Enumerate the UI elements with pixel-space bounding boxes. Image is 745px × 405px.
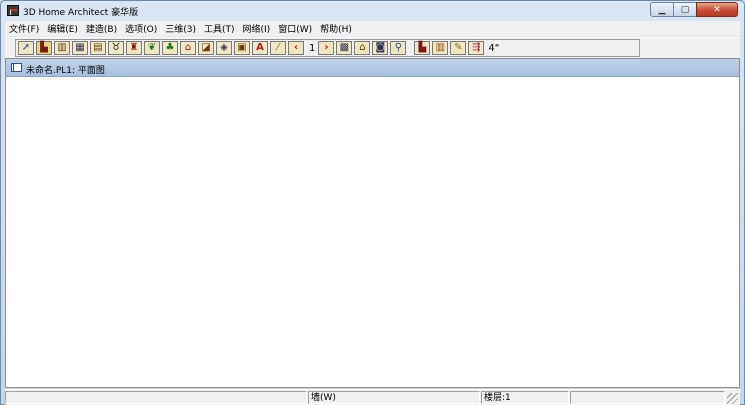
camera-icon[interactable]: ◙ (372, 41, 389, 55)
document-title-bar[interactable]: 未命名.PL1: 平面图 (6, 59, 739, 77)
window-title: 3D Home Architect 豪华版 (23, 8, 139, 18)
main-toolbar: ➚ ▙ ▥ ▦ ▤ ♉ ♜ ❦ ♣ ⌂ ◪ ◈ ▣ A ⁄ ‹ 1 › ▩ ⌂ … (5, 37, 740, 59)
thickness-icon[interactable]: ⇶ (468, 41, 485, 55)
menu-file[interactable]: 文件(F) (5, 22, 43, 35)
furniture-icon[interactable]: ♜ (126, 41, 142, 55)
text-icon[interactable]: A (252, 41, 268, 55)
floor-up-icon[interactable]: › (318, 41, 335, 55)
landscape-icon[interactable]: ❦ (144, 41, 160, 55)
railing-icon[interactable]: ▥ (432, 41, 449, 55)
status-panel-extra (570, 391, 725, 404)
menu-build[interactable]: 建造(B) (82, 22, 121, 35)
menu-edit[interactable]: 编辑(E) (43, 22, 82, 35)
document-title: 未命名.PL1: 平面图 (26, 66, 105, 76)
floor-number: 1 (309, 42, 316, 54)
status-bar: 墙(W) 楼层:1 (5, 389, 740, 405)
app-window: 3D Home Architect 豪华版 ▁ ▢ ✕ 文件(F) 编辑(E) … (0, 0, 745, 405)
menu-network[interactable]: 网络(I) (239, 22, 275, 35)
plan-canvas[interactable] (6, 77, 739, 387)
tree-icon[interactable]: ♣ (162, 41, 178, 55)
title-bar[interactable]: 3D Home Architect 豪华版 ▁ ▢ ✕ (1, 1, 744, 20)
maximize-icon: ▢ (680, 4, 690, 15)
toolbar-strip: ➚ ▙ ▥ ▦ ▤ ♉ ♜ ❦ ♣ ⌂ ◪ ◈ ▣ A ⁄ ‹ 1 › ▩ ⌂ … (15, 39, 640, 57)
symbol-icon[interactable]: ▣ (234, 41, 250, 55)
maximize-button[interactable]: ▢ (673, 2, 697, 17)
cabinet-icon[interactable]: ▤ (90, 41, 106, 55)
minimize-button[interactable]: ▁ (650, 2, 674, 17)
menu-options[interactable]: 选项(O) (121, 22, 161, 35)
wall-thickness: 4" (488, 42, 500, 54)
plan-view-icon[interactable]: ▩ (336, 41, 353, 55)
close-button[interactable]: ✕ (696, 2, 738, 17)
status-mode: 墙(W) (308, 391, 480, 404)
draw-walls-icon[interactable]: ▙ (414, 41, 431, 55)
fixture-icon[interactable]: ♉ (108, 41, 124, 55)
door-icon[interactable]: ▥ (54, 41, 70, 55)
menu-window[interactable]: 窗口(W) (274, 22, 316, 35)
close-icon: ✕ (713, 4, 721, 15)
menu-bar: 文件(F) 编辑(E) 建造(B) 选项(O) 三维(3) 工具(T) 网络(I… (5, 21, 740, 36)
measure-icon[interactable]: ⁄ (270, 41, 286, 55)
zoom-icon[interactable]: ⚲ (390, 41, 407, 55)
select-arrow-icon[interactable]: ➚ (18, 41, 34, 55)
plan-document-icon (11, 63, 22, 72)
menu-tools[interactable]: 工具(T) (200, 22, 239, 35)
menu-help[interactable]: 帮助(H) (316, 22, 356, 35)
status-floor: 楼层:1 (481, 391, 569, 404)
resize-grip-icon[interactable] (727, 393, 738, 404)
status-panel-message (5, 391, 307, 404)
stairs-icon[interactable]: ◪ (198, 41, 214, 55)
minimize-icon: ▁ (658, 4, 666, 15)
elevation-icon[interactable]: ⌂ (354, 41, 371, 55)
document-window: 未命名.PL1: 平面图 (5, 58, 740, 388)
caption-buttons: ▁ ▢ ✕ (650, 2, 738, 18)
window-icon[interactable]: ▦ (72, 41, 88, 55)
dimension-icon[interactable]: ◈ (216, 41, 232, 55)
floor-down-icon[interactable]: ‹ (288, 41, 304, 55)
roof-icon[interactable]: ⌂ (180, 41, 196, 55)
house-icon[interactable] (7, 5, 19, 16)
menu-3d[interactable]: 三维(3) (161, 22, 200, 35)
pencil-icon[interactable]: ✎ (450, 41, 467, 55)
wall-icon[interactable]: ▙ (36, 41, 52, 55)
